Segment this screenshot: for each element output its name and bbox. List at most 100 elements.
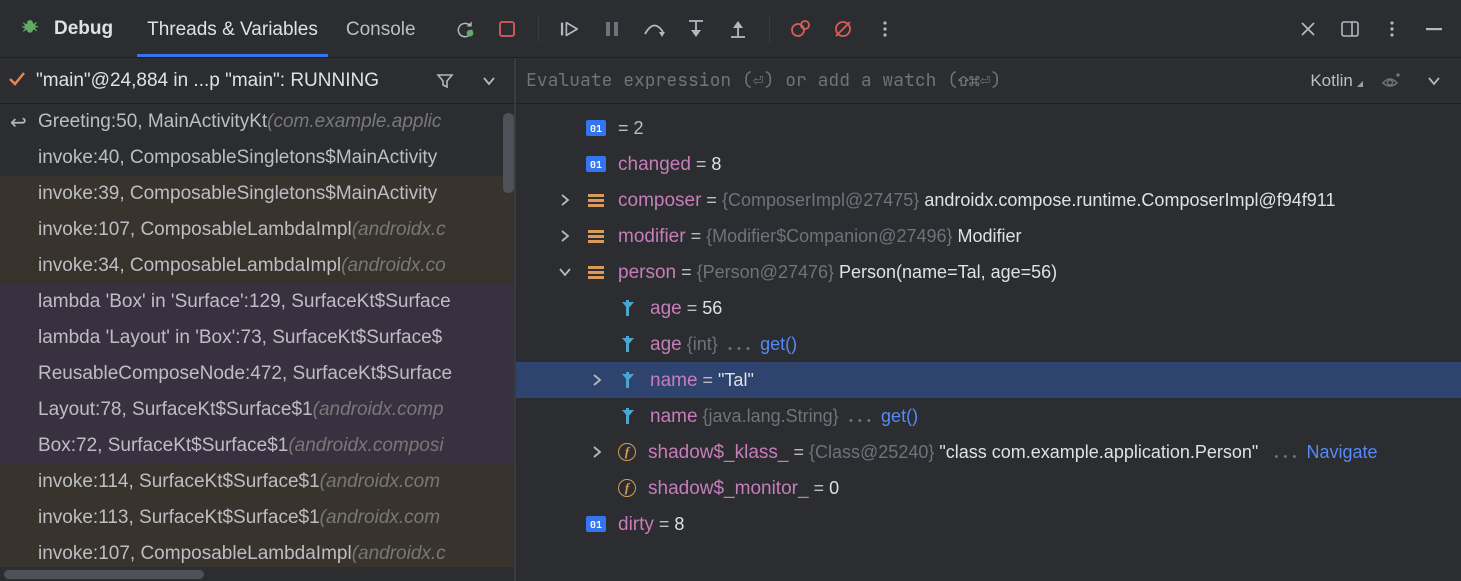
ellipsis: ... <box>723 333 755 356</box>
frames-list[interactable]: Greeting:50, MainActivityKt (com.example… <box>0 104 514 567</box>
tree-twistie-icon[interactable] <box>556 267 574 277</box>
thread-status[interactable]: "main"@24,884 in ...p "main": RUNNING <box>36 70 418 92</box>
vertical-scrollbar[interactable] <box>503 113 514 193</box>
frame-location: (androidx.com <box>320 471 440 493</box>
variable-row[interactable]: 01changed = 8 <box>516 146 1461 182</box>
variable-name: name <box>650 406 698 427</box>
variable-equals: = <box>691 154 712 174</box>
frame-text: lambda 'Layout' in 'Box':73, SurfaceKt$S… <box>38 327 442 349</box>
layout-icon[interactable] <box>1333 12 1367 46</box>
variable-name: shadow$_monitor_ <box>648 478 809 499</box>
stack-frame[interactable]: invoke:114, SurfaceKt$Surface$1 (android… <box>0 464 514 500</box>
panel-title: Debug <box>54 18 113 40</box>
close-icon[interactable] <box>1291 12 1325 46</box>
step-over-icon[interactable] <box>637 12 671 46</box>
stop-icon[interactable] <box>490 12 524 46</box>
variable-row[interactable]: fshadow$_monitor_ = 0 <box>516 470 1461 506</box>
variable-row[interactable]: age = 56 <box>516 290 1461 326</box>
horizontal-scrollbar[interactable] <box>0 567 514 581</box>
eval-dropdown-icon[interactable] <box>1417 64 1451 98</box>
variable-action-link[interactable]: get() <box>755 334 797 354</box>
ellipsis: ... <box>844 405 876 428</box>
frames-pane: "main"@24,884 in ...p "main": RUNNING Gr… <box>0 58 516 581</box>
check-icon <box>8 70 26 92</box>
add-watch-icon[interactable] <box>1373 64 1407 98</box>
stack-frame[interactable]: Layout:78, SurfaceKt$Surface$1 (androidx… <box>0 392 514 428</box>
variable-row[interactable]: 01dirty = 8 <box>516 506 1461 542</box>
field-circle-icon: f <box>618 443 636 461</box>
variable-value: androidx.compose.runtime.ComposerImpl@f9… <box>919 190 1335 210</box>
object-icon <box>586 228 606 244</box>
variable-equals: = <box>654 514 675 534</box>
view-breakpoints-icon[interactable] <box>784 12 818 46</box>
frame-text: invoke:34, ComposableLambdaImpl <box>38 255 341 277</box>
variable-value: Person(name=Tal, age=56) <box>834 262 1057 282</box>
tree-twistie-icon[interactable] <box>556 230 574 242</box>
evaluate-input[interactable]: Evaluate expression (⏎) or add a watch (… <box>526 69 1300 92</box>
variable-row[interactable]: 01= 2 <box>516 110 1461 146</box>
variable-equals: = <box>701 190 722 210</box>
int-badge-icon: 01 <box>586 516 606 532</box>
stack-frame[interactable]: invoke:40, ComposableSingletons$MainActi… <box>0 140 514 176</box>
variable-row[interactable]: name = "Tal" <box>516 362 1461 398</box>
stack-frame[interactable]: invoke:39, ComposableSingletons$MainActi… <box>0 176 514 212</box>
tree-twistie-icon[interactable] <box>588 374 606 386</box>
tab-console[interactable]: Console <box>336 3 426 55</box>
rerun-icon[interactable] <box>448 12 482 46</box>
ellipsis: ... <box>1258 441 1301 464</box>
stack-frame[interactable]: lambda 'Box' in 'Surface':129, SurfaceKt… <box>0 284 514 320</box>
stack-frame[interactable]: lambda 'Layout' in 'Box':73, SurfaceKt$S… <box>0 320 514 356</box>
tab-threads-variables[interactable]: Threads & Variables <box>137 3 328 55</box>
stack-frame[interactable]: Box:72, SurfaceKt$Surface$1 (androidx.co… <box>0 428 514 464</box>
variable-name: shadow$_klass_ <box>648 442 788 463</box>
variable-value: 0 <box>829 478 839 498</box>
pause-icon[interactable] <box>595 12 629 46</box>
variable-row[interactable]: composer = {ComposerImpl@27475} androidx… <box>516 182 1461 218</box>
step-out-icon[interactable] <box>721 12 755 46</box>
field-circle-icon: f <box>618 479 636 497</box>
variable-name: modifier <box>618 226 686 247</box>
language-selector[interactable]: Kotlin <box>1310 71 1363 91</box>
stack-frame[interactable]: invoke:34, ComposableLambdaImpl (android… <box>0 248 514 284</box>
variable-name: dirty <box>618 514 654 535</box>
object-icon <box>586 192 606 208</box>
stack-frame[interactable]: ReusableComposeNode:472, SurfaceKt$Surfa… <box>0 356 514 392</box>
variable-name: age <box>650 298 682 319</box>
frame-location: (androidx.composi <box>288 435 443 457</box>
variable-action-link[interactable]: Navigate <box>1302 442 1378 462</box>
frame-location: (androidx.c <box>352 219 446 241</box>
variable-row[interactable]: modifier = {Modifier$Companion@27496} Mo… <box>516 218 1461 254</box>
variable-equals: = <box>686 226 707 246</box>
stack-frame[interactable]: invoke:107, ComposableLambdaImpl (androi… <box>0 536 514 567</box>
variables-list[interactable]: 01= 201changed = 8composer = {ComposerIm… <box>516 104 1461 581</box>
more-icon[interactable] <box>868 12 902 46</box>
step-into-icon[interactable] <box>679 12 713 46</box>
variable-type-hint: {Person@27476} <box>697 262 834 282</box>
frame-location: (androidx.comp <box>313 399 444 421</box>
frame-text: lambda 'Box' in 'Surface':129, SurfaceKt… <box>38 291 451 313</box>
stack-frame[interactable]: invoke:107, ComposableLambdaImpl (androi… <box>0 212 514 248</box>
bug-icon <box>20 16 40 41</box>
tree-twistie-icon[interactable] <box>588 446 606 458</box>
frame-location: (androidx.co <box>341 255 446 277</box>
mute-breakpoints-icon[interactable] <box>826 12 860 46</box>
variable-action-link[interactable]: get() <box>876 406 918 426</box>
variable-row[interactable]: person = {Person@27476} Person(name=Tal,… <box>516 254 1461 290</box>
hide-icon[interactable] <box>1417 12 1451 46</box>
variable-type-hint: {ComposerImpl@27475} <box>722 190 919 210</box>
field-icon <box>618 408 638 424</box>
stack-frame[interactable]: invoke:113, SurfaceKt$Surface$1 (android… <box>0 500 514 536</box>
separator <box>769 16 770 42</box>
variable-row[interactable]: fshadow$_klass_ = {Class@25240} "class c… <box>516 434 1461 470</box>
variable-value: Modifier <box>953 226 1022 246</box>
options-icon[interactable] <box>1375 12 1409 46</box>
variable-row[interactable]: age {int} ... get() <box>516 326 1461 362</box>
variable-name: name <box>650 370 698 391</box>
resume-icon[interactable] <box>553 12 587 46</box>
frame-text: ReusableComposeNode:472, SurfaceKt$Surfa… <box>38 363 452 385</box>
filter-icon[interactable] <box>428 64 462 98</box>
stack-frame[interactable]: Greeting:50, MainActivityKt (com.example… <box>0 104 514 140</box>
dropdown-icon[interactable] <box>472 64 506 98</box>
variable-row[interactable]: name {java.lang.String} ... get() <box>516 398 1461 434</box>
tree-twistie-icon[interactable] <box>556 194 574 206</box>
